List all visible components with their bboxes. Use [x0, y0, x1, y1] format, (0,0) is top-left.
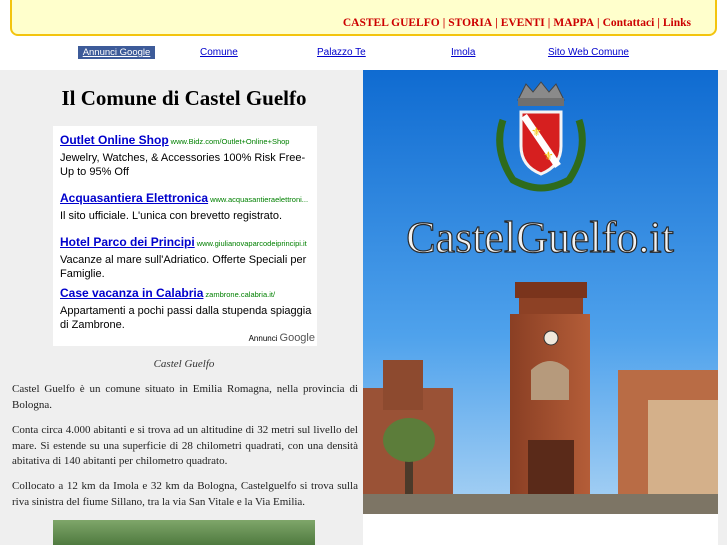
paragraph-location: Collocato a 12 km da Imola e 32 km da Bo… — [12, 480, 358, 508]
svg-text:⚜: ⚜ — [543, 149, 554, 163]
annunci-google-label[interactable]: Annunci Google — [78, 46, 155, 59]
ad-item: Acquasantiera Elettronica www.acquasantie… — [60, 189, 315, 223]
page-title: Il Comune di Castel Guelfo — [61, 86, 307, 110]
nav-eventi[interactable]: EVENTI — [501, 17, 545, 29]
nav-mappa[interactable]: MAPPA — [553, 17, 594, 29]
nav-separator: | — [547, 17, 551, 29]
header-bar: CASTEL GUELFO | STORIA | EVENTI | MAPPA | Contat… — [10, 0, 717, 36]
google-link-unit: Annunci Google Comune Palazzo Te Imola S… — [78, 46, 649, 59]
link-unit-sito-web-comune[interactable]: Sito Web Comune — [548, 46, 629, 59]
paragraph-intro: Castel Guelfo è un comune situato in Emi… — [12, 383, 358, 411]
ads-by-label: Annunci — [248, 334, 278, 343]
link-unit-palazzo-te[interactable]: Palazzo Te — [317, 46, 366, 59]
ad-url[interactable]: www.acquasantieraelettroni... — [210, 195, 308, 204]
nav-castel-guelfo[interactable]: CASTEL GUELFO — [343, 17, 440, 29]
adsense-block: Outlet Online Shop www.Bidz.com/Outlet+On… — [53, 126, 317, 346]
nav-separator: | — [495, 17, 498, 29]
castel-guelfo-photo: ⚜ ⚜ CastelGuelfo.it — [363, 70, 718, 514]
ad-description: Jewelry, Watches, & Accessories 100% Ris… — [60, 152, 306, 178]
photo-overlay-text: CastelGuelfo.it — [406, 213, 674, 262]
paragraph-population: Conta circa 4.000 abitanti e si trova ad… — [12, 424, 358, 467]
image-caption: Castel Guelfo — [153, 358, 215, 370]
ad-title[interactable]: Acquasantiera Elettronica — [60, 191, 208, 205]
thumbnail-photo — [53, 520, 315, 545]
nav-links[interactable]: Links — [663, 17, 691, 29]
ad-item: Hotel Parco dei Principi www.giulianovapa… — [60, 233, 315, 281]
ad-title[interactable]: Hotel Parco dei Principi — [60, 235, 195, 249]
nav-storia[interactable]: STORIA — [448, 17, 492, 29]
ad-item: Case vacanza in Calabria zambrone.calabri… — [60, 284, 315, 332]
photo-illustration: ⚜ ⚜ CastelGuelfo.it — [363, 70, 718, 514]
google-logo: Google — [279, 332, 315, 344]
ads-by-google[interactable]: Annunci Google — [249, 332, 315, 344]
nav-separator: | — [657, 17, 660, 29]
svg-text:⚜: ⚜ — [531, 125, 542, 139]
ad-description: Vacanze al mare sull'Adriatico. Offerte … — [60, 254, 307, 280]
ad-title[interactable]: Case vacanza in Calabria — [60, 286, 203, 300]
nav-separator: | — [597, 17, 600, 29]
ad-url[interactable]: www.Bidz.com/Outlet+Online+Shop — [171, 137, 290, 146]
nav-separator: | — [442, 17, 446, 29]
nav-contattaci[interactable]: Contattaci — [603, 17, 655, 29]
ad-url[interactable]: zambrone.calabria.it/ — [205, 290, 275, 299]
scrollbar[interactable] — [718, 70, 727, 545]
ad-url[interactable]: www.giulianovaparcodeiprincipi.it — [197, 239, 307, 248]
ad-description: Appartamenti a pochi passi dalla stupend… — [60, 305, 312, 331]
ad-description: Il sito ufficiale. L'unica con brevetto … — [60, 210, 283, 222]
link-unit-comune[interactable]: Comune — [200, 46, 238, 59]
link-unit-imola[interactable]: Imola — [451, 46, 475, 59]
ad-item: Outlet Online Shop www.Bidz.com/Outlet+On… — [60, 131, 315, 179]
ad-title[interactable]: Outlet Online Shop — [60, 133, 169, 147]
top-nav: CASTEL GUELFO | STORIA | EVENTI | MAPPA | Contat… — [343, 17, 691, 29]
